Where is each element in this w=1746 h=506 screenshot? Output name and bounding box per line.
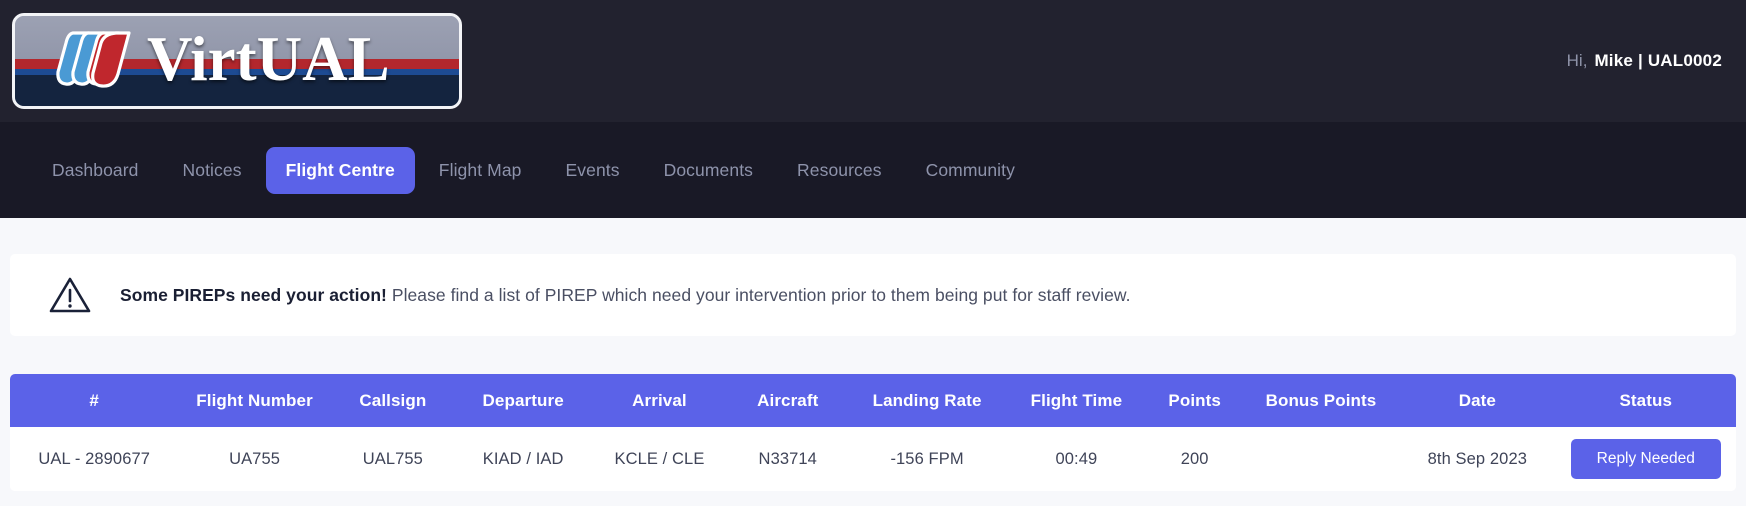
pireps-table: # Flight Number Callsign Departure Arriv… [10, 374, 1736, 491]
nav-item-events[interactable]: Events [546, 147, 640, 194]
col-header-departure[interactable]: Departure [455, 374, 591, 427]
user-greeting[interactable]: Hi, Mike | UAL0002 [1567, 51, 1724, 71]
cell-flight-time: 00:49 [1006, 427, 1147, 491]
cell-landing-rate: -156 FPM [847, 427, 1007, 491]
table-header-row: # Flight Number Callsign Departure Arriv… [10, 374, 1736, 427]
united-tulip-icon [56, 31, 131, 88]
col-header-flight-number[interactable]: Flight Number [178, 374, 330, 427]
cell-departure: KIAD / IAD [455, 427, 592, 491]
cell-arrival: KCLE / CLE [591, 427, 728, 491]
logo-wordmark: VirtUAL [147, 23, 390, 94]
top-header: VirtUAL Hi, Mike | UAL0002 [0, 0, 1746, 122]
table-row[interactable]: UAL - 2890677 UA755 UAL755 KIAD / IAD KC… [10, 427, 1736, 491]
alert-title: Some PIREPs need your action! [120, 284, 387, 305]
col-header-date[interactable]: Date [1399, 374, 1555, 427]
cell-callsign: UAL755 [330, 427, 455, 491]
nav-item-notices[interactable]: Notices [163, 147, 262, 194]
col-header-id[interactable]: # [10, 374, 178, 427]
cell-points: 200 [1146, 427, 1243, 491]
nav-item-community[interactable]: Community [906, 147, 1035, 194]
cell-id: UAL - 2890677 [10, 427, 179, 491]
cell-date: 8th Sep 2023 [1399, 427, 1556, 491]
col-header-bonus-points[interactable]: Bonus Points [1243, 374, 1399, 427]
col-header-flight-time[interactable]: Flight Time [1006, 374, 1146, 427]
greeting-username: Mike | UAL0002 [1594, 51, 1722, 70]
site-logo[interactable]: VirtUAL [12, 13, 462, 109]
greeting-prefix: Hi, [1566, 51, 1588, 70]
col-header-landing-rate[interactable]: Landing Rate [848, 374, 1006, 427]
nav-item-dashboard[interactable]: Dashboard [32, 147, 159, 194]
cell-aircraft: N33714 [727, 427, 848, 491]
col-header-arrival[interactable]: Arrival [591, 374, 727, 427]
pirep-alert-banner: Some PIREPs need your action! Please fin… [10, 254, 1736, 336]
cell-flight-number: UA755 [178, 427, 331, 491]
cell-status: Reply Needed [1555, 427, 1736, 491]
col-header-callsign[interactable]: Callsign [331, 374, 455, 427]
col-header-aircraft[interactable]: Aircraft [728, 374, 848, 427]
cell-bonus-points [1242, 427, 1400, 491]
status-badge-reply-needed[interactable]: Reply Needed [1570, 439, 1721, 479]
nav-item-resources[interactable]: Resources [777, 147, 902, 194]
warning-triangle-icon [49, 277, 91, 313]
page-body: Some PIREPs need your action! Please fin… [0, 218, 1746, 506]
nav-item-flight-map[interactable]: Flight Map [419, 147, 542, 194]
col-header-points[interactable]: Points [1147, 374, 1243, 427]
alert-text: Some PIREPs need your action! Please fin… [120, 285, 1131, 306]
nav-item-documents[interactable]: Documents [644, 147, 773, 194]
main-navigation: Dashboard Notices Flight Centre Flight M… [0, 122, 1746, 218]
nav-item-flight-centre[interactable]: Flight Centre [265, 146, 415, 194]
col-header-status[interactable]: Status [1556, 374, 1737, 427]
alert-message: Please find a list of PIREP which need y… [391, 284, 1131, 305]
